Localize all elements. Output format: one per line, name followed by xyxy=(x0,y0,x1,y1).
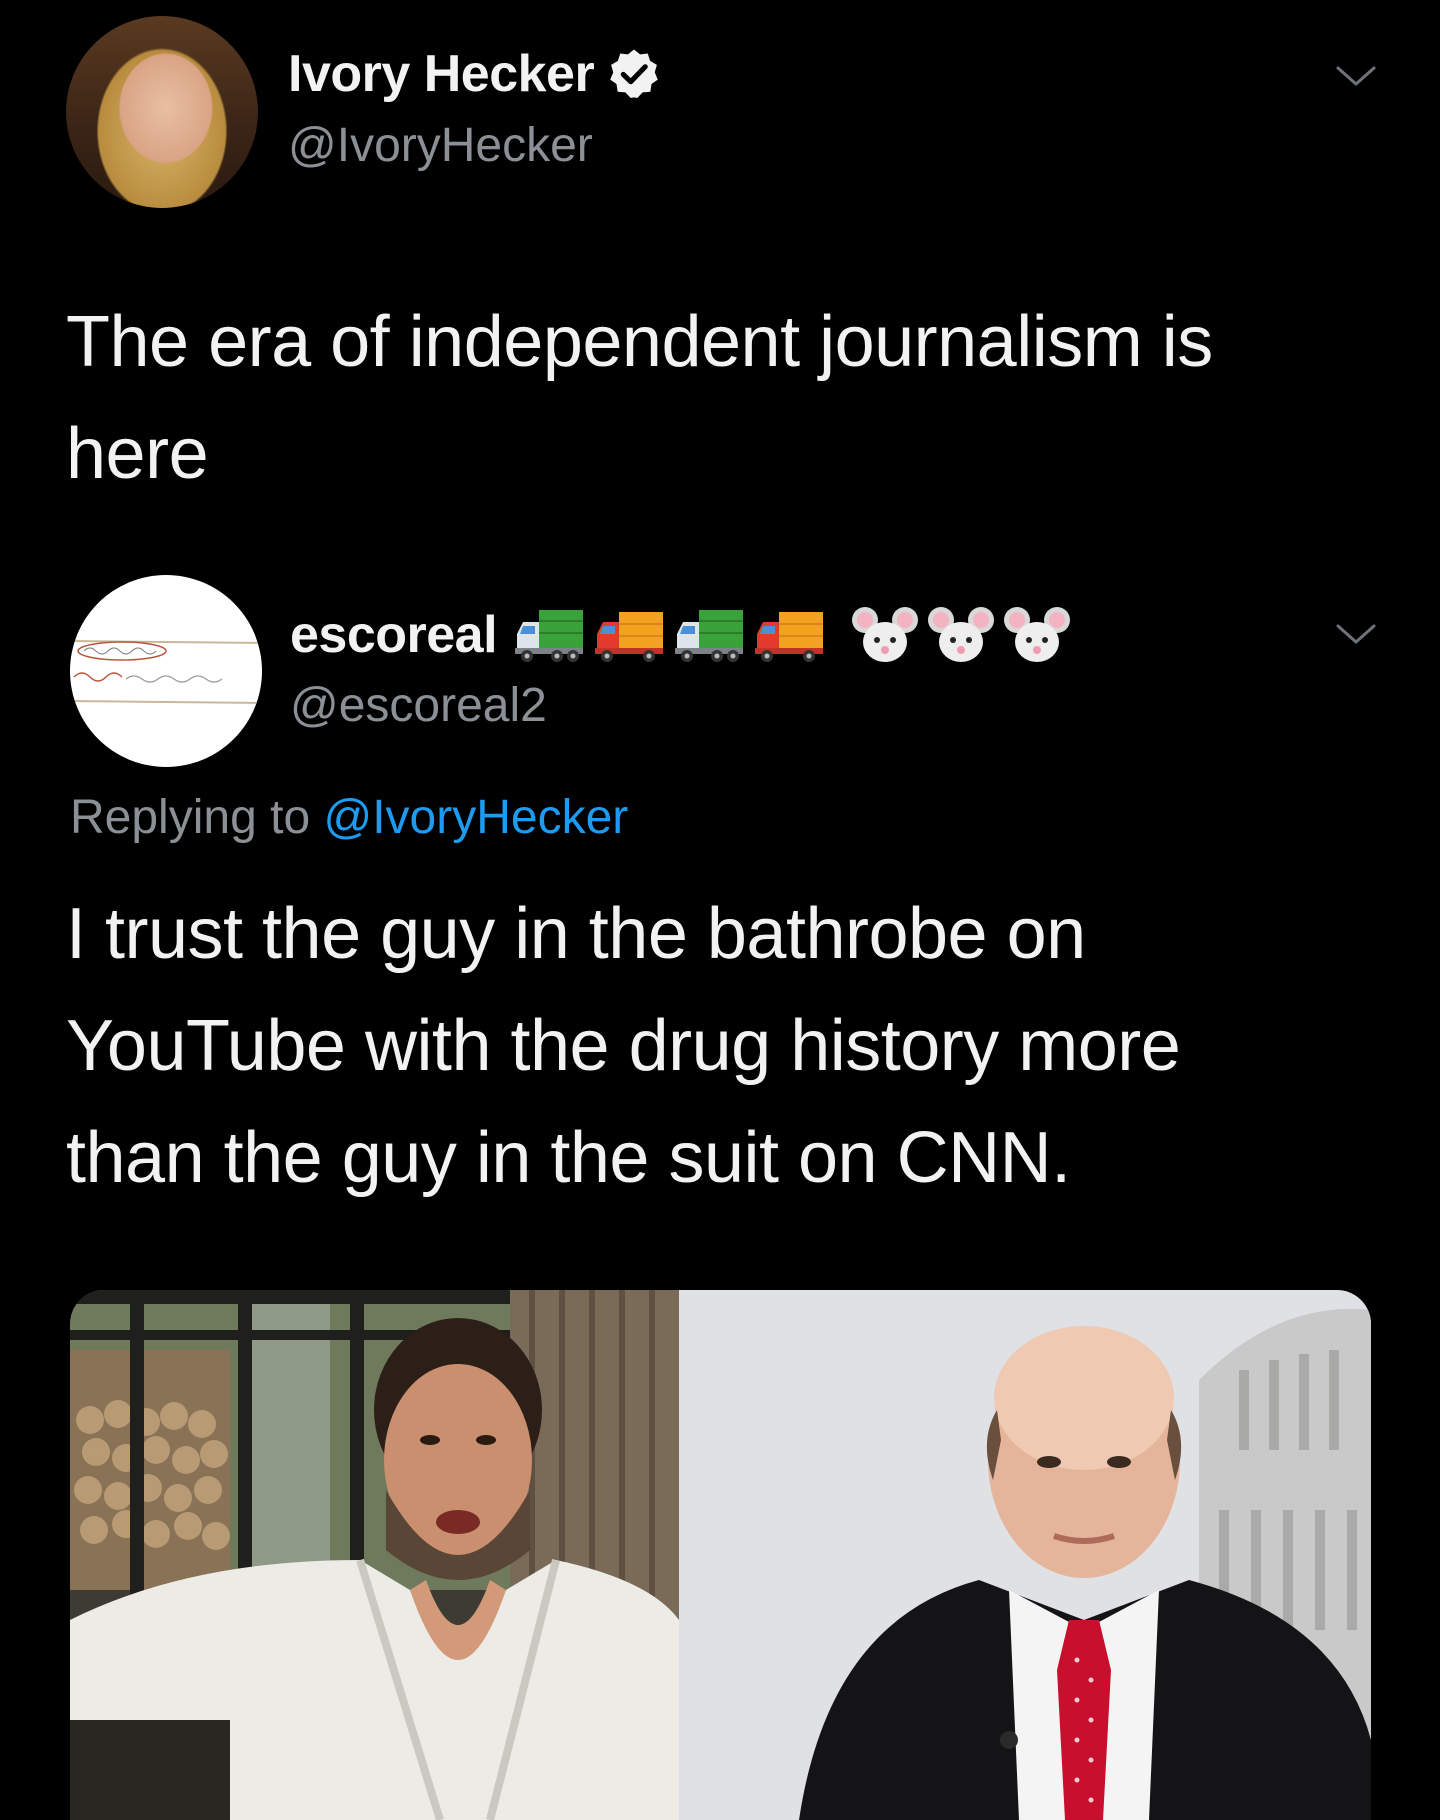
delivery-truck-green-icon xyxy=(675,610,744,662)
chevron-down-icon[interactable] xyxy=(1334,620,1378,648)
media-photo-suit[interactable] xyxy=(679,1290,1371,1820)
whiteboard-writing-image xyxy=(70,640,262,704)
author-handle[interactable]: @IvoryHecker xyxy=(288,118,593,173)
tweet-body: The era of independent journalism is her… xyxy=(66,286,1213,510)
mouse-face-icon xyxy=(928,607,995,662)
author-name-row: escoreal xyxy=(290,602,1071,668)
replying-to-label: Replying to xyxy=(70,791,324,844)
tweet-text-line: YouTube with the drug history more xyxy=(66,1006,1181,1086)
delivery-truck-orange-icon xyxy=(755,612,824,662)
chevron-down-icon[interactable] xyxy=(1334,62,1378,90)
mouse-face-icon xyxy=(852,607,919,662)
tweet-text-line: than the guy in the suit on CNN. xyxy=(66,1118,1071,1198)
author-handle[interactable]: @escoreal2 xyxy=(290,678,547,733)
delivery-truck-orange-icon xyxy=(595,612,664,662)
replying-to-line: Replying to @IvoryHecker xyxy=(70,790,628,845)
name-emoji-row xyxy=(513,602,1071,668)
tweet-text-line: The era of independent journalism is xyxy=(66,302,1213,382)
avatar-ivory-hecker[interactable] xyxy=(66,16,258,208)
verified-badge-icon xyxy=(610,49,659,99)
tweet-text-line: here xyxy=(66,414,209,494)
author-display-name[interactable]: Ivory Hecker xyxy=(288,44,595,104)
avatar-escoreal[interactable] xyxy=(70,575,262,767)
author-name-row: Ivory Hecker xyxy=(288,44,662,104)
tweet-text-line: I trust the guy in the bathrobe on xyxy=(66,894,1086,974)
tweet-body: I trust the guy in the bathrobe on YouTu… xyxy=(66,878,1181,1214)
media-photo-bathrobe[interactable] xyxy=(70,1290,679,1820)
photo-man-in-bathrobe xyxy=(70,1290,679,1820)
delivery-truck-green-icon xyxy=(515,610,584,662)
author-display-name[interactable]: escoreal xyxy=(290,605,498,665)
mouse-face-icon xyxy=(1004,607,1071,662)
reply-mention-link[interactable]: @IvoryHecker xyxy=(323,791,628,844)
tweet-media[interactable] xyxy=(70,1290,1371,1820)
photo-man-in-suit xyxy=(679,1290,1371,1820)
